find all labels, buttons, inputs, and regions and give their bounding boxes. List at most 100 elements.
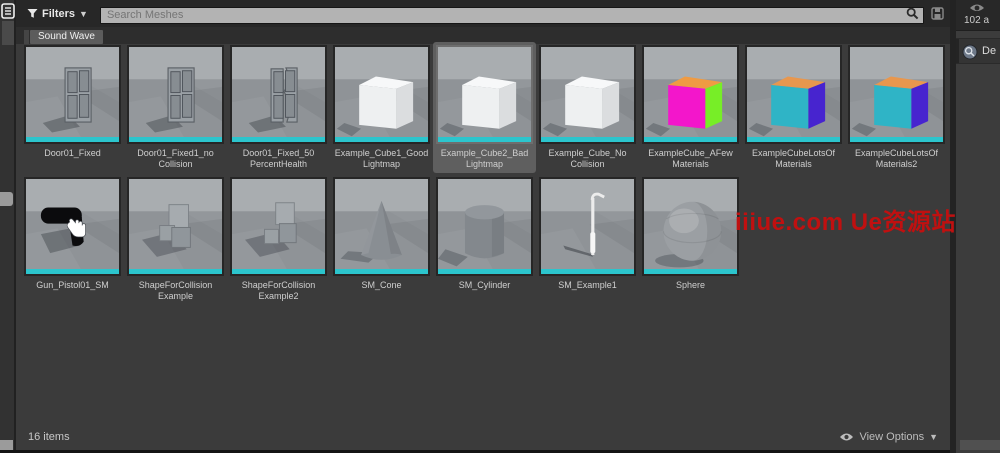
right-panel-folder-row[interactable]: De [956, 38, 1000, 64]
watermark-text: iiiue.com Ue资源站 [735, 202, 956, 237]
item-count: 16 items [28, 431, 70, 443]
asset-tile[interactable]: SM_Cylinder [436, 177, 533, 302]
filters-button[interactable]: Filters ▼ [27, 8, 88, 20]
right-mini-panel: 102 a De [956, 0, 1000, 453]
right-panel-bottom [960, 440, 1000, 450]
asset-type-color-bar [541, 269, 634, 274]
asset-thumbnail [848, 45, 945, 144]
asset-tile[interactable]: ExampleCube_AFew Materials [642, 45, 739, 170]
search-input[interactable] [100, 7, 924, 24]
asset-type-color-bar [26, 269, 119, 274]
asset-tile[interactable]: ExampleCubeLotsOf Materials2 [848, 45, 945, 170]
asset-label: Example_Cube2_Bad Lightmap [436, 148, 533, 170]
asset-tile[interactable]: Example_Cube_No Collision [539, 45, 636, 170]
asset-label: SM_Cylinder [436, 280, 533, 291]
asset-label: ExampleCube_AFew Materials [642, 148, 739, 170]
asset-thumbnail [24, 45, 121, 144]
browser-toolbar: Filters ▼ [16, 0, 950, 27]
asset-tile[interactable]: SM_Example1 [539, 177, 636, 302]
asset-type-color-bar [232, 269, 325, 274]
folder-row-notch [956, 39, 959, 63]
asset-thumbnail [436, 177, 533, 276]
asset-type-color-bar [438, 137, 531, 142]
asset-thumbnail [127, 45, 224, 144]
eye-icon [839, 432, 854, 442]
asset-tile[interactable]: Example_Cube2_Bad Lightmap [436, 45, 533, 170]
chevron-down-icon: ▼ [929, 432, 938, 442]
filter-chip-sound-wave[interactable]: Sound Wave [30, 30, 103, 44]
chevron-down-icon: ▼ [79, 9, 88, 19]
asset-type-color-bar [541, 137, 634, 142]
asset-label: SM_Cone [333, 280, 430, 291]
asset-label: ExampleCubeLotsOf Materials [745, 148, 842, 170]
asset-label: Door01_Fixed_50 PercentHealth [230, 148, 327, 170]
asset-label: ShapeForCollision Example [127, 280, 224, 302]
asset-tile[interactable]: SM_Cone [333, 177, 430, 302]
asset-label: Gun_Pistol01_SM [24, 280, 121, 291]
right-panel-header: 102 a [956, 0, 1000, 31]
right-panel-eye-icon[interactable] [969, 3, 985, 13]
asset-tile[interactable]: ShapeForCollision Example [127, 177, 224, 302]
sources-strip [0, 0, 16, 453]
asset-thumbnail [230, 177, 327, 276]
filters-label: Filters [42, 8, 75, 20]
asset-tile[interactable]: ShapeForCollision Example2 [230, 177, 327, 302]
asset-type-color-bar [644, 269, 737, 274]
active-filters-row: Sound Wave [16, 27, 950, 44]
sources-expand-handle[interactable] [0, 192, 13, 206]
asset-type-color-bar [850, 137, 943, 142]
asset-label: ExampleCubeLotsOf Materials2 [848, 148, 945, 170]
asset-type-color-bar [129, 269, 222, 274]
status-bar: 16 items View Options ▼ [16, 424, 950, 450]
asset-thumbnail [230, 45, 327, 144]
search-icon[interactable] [906, 7, 919, 20]
right-panel-item-count: 102 a [964, 15, 989, 26]
asset-tile[interactable]: ExampleCubeLotsOf Materials [745, 45, 842, 170]
asset-grid-row-2: Gun_Pistol01_SM ShapeForCollision Example… [16, 177, 742, 302]
asset-type-color-bar [335, 269, 428, 274]
save-search-icon[interactable] [931, 7, 944, 20]
asset-type-color-bar [26, 137, 119, 142]
asset-tile[interactable]: Sphere [642, 177, 739, 302]
search-box [100, 5, 924, 22]
asset-grid-row-1: Door01_Fixed Door01_Fixed1_no Collision Do… [16, 45, 948, 170]
content-browser-window: Filters ▼ Sound Wave Door01_FixedDoor01_… [0, 0, 1000, 453]
asset-thumbnail [539, 177, 636, 276]
funnel-icon [27, 8, 38, 19]
filter-chip-notch [24, 30, 29, 44]
asset-tile[interactable]: Door01_Fixed1_no Collision [127, 45, 224, 170]
asset-thumbnail [333, 45, 430, 144]
asset-thumbnail [24, 177, 121, 276]
right-panel-folder-label: De [982, 45, 996, 57]
view-options-label: View Options [859, 431, 924, 443]
magnifier-question-icon [962, 44, 978, 60]
asset-tile[interactable]: Door01_Fixed [24, 45, 121, 170]
asset-label: Example_Cube_No Collision [539, 148, 636, 170]
asset-type-color-bar [232, 137, 325, 142]
asset-label: Door01_Fixed [24, 148, 121, 159]
asset-label: SM_Example1 [539, 280, 636, 291]
asset-tile[interactable]: Example_Cube1_Good Lightmap [333, 45, 430, 170]
asset-type-color-bar [644, 137, 737, 142]
asset-thumbnail [745, 45, 842, 144]
asset-tile[interactable]: Door01_Fixed_50 PercentHealth [230, 45, 327, 170]
asset-thumbnail [436, 45, 533, 144]
sources-strip-block [2, 21, 14, 45]
view-options-button[interactable]: View Options ▼ [839, 431, 938, 443]
asset-type-color-bar [129, 137, 222, 142]
asset-label: Example_Cube1_Good Lightmap [333, 148, 430, 170]
asset-thumbnail [539, 45, 636, 144]
asset-type-color-bar [747, 137, 840, 142]
asset-type-color-bar [438, 269, 531, 274]
sources-panel-icon[interactable] [1, 3, 15, 19]
asset-thumbnail [333, 177, 430, 276]
asset-label: Sphere [642, 280, 739, 291]
asset-thumbnail [642, 177, 739, 276]
sources-strip-bottom [0, 440, 13, 450]
asset-type-color-bar [335, 137, 428, 142]
asset-thumbnail [127, 177, 224, 276]
asset-label: Door01_Fixed1_no Collision [127, 148, 224, 170]
asset-tile[interactable]: Gun_Pistol01_SM [24, 177, 121, 302]
asset-label: ShapeForCollision Example2 [230, 280, 327, 302]
asset-thumbnail [642, 45, 739, 144]
